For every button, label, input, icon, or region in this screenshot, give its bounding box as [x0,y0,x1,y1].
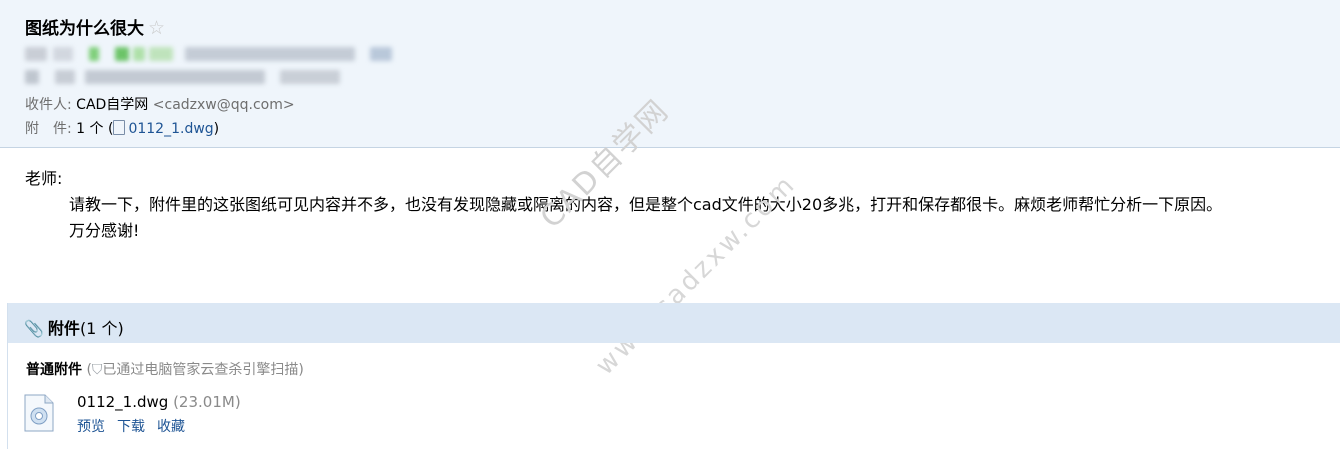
body-line-2: 万分感谢! [69,221,140,240]
attachment-link[interactable]: 0112_1.dwg [128,121,213,137]
body-line-1: 请教一下，附件里的这张图纸可见内容并不多，也没有发现隐藏或隔离的内容，但是整个c… [69,195,1223,214]
attachments-count: (1 个) [79,319,124,338]
preview-link[interactable]: 预览 [77,419,105,435]
attachment-file: 0112_1.dwg (23.01M) [77,393,241,411]
subject-text: 图纸为什么很大 [25,19,144,39]
attachment-count: 1 个 ( [76,121,114,137]
star-icon[interactable]: ☆ [148,17,165,39]
shield-icon: ⛉ [91,362,103,378]
attachment-actions: 预览 下载 收藏 [77,416,197,436]
attachments-section: 普通附件 (⛉已通过电脑管家云查杀引擎扫描) [26,359,304,379]
attachment-close: ) [213,121,220,137]
mail-body: 老师: 请教一下，附件里的这张图纸可见内容并不多，也没有发现隐藏或隔离的内容，但… [25,166,1222,244]
attachments-title: 📎 附件(1 个) [24,315,124,339]
attachment-file-size: (23.01M) [173,393,241,411]
recipient-address: <cadzxw@qq.com> [152,97,295,113]
mail-subject: 图纸为什么很大 ☆ [25,14,165,39]
dwg-file-icon[interactable] [24,394,54,432]
download-link[interactable]: 下载 [117,419,145,435]
mail-header: 图纸为什么很大 ☆ 收件人: CAD自学网 <cadzxw@qq.com> 附 件… [0,0,1340,148]
paperclip-icon: 📎 [24,319,44,338]
recipient-label: 收件人: [25,97,72,113]
attachment-row: 附 件: 1 个 ( 0112_1.dwg) [25,118,219,138]
scan-text: 已通过电脑管家云查杀引擎扫描) [102,362,304,378]
recipient-name[interactable]: CAD自学网 [76,97,148,113]
attachments-bar: 📎 附件(1 个) [8,303,1340,343]
attachments-title-text: 附件 [47,319,80,338]
section-label: 普通附件 [26,362,82,378]
recipient-row: 收件人: CAD自学网 <cadzxw@qq.com> [25,94,295,114]
file-icon [113,120,126,135]
attachment-label: 附 件: [25,121,72,137]
favorite-link[interactable]: 收藏 [157,419,185,435]
scan-open: ( [82,362,92,378]
attachments-panel: 📎 附件(1 个) 普通附件 (⛉已通过电脑管家云查杀引擎扫描) [7,303,1340,449]
attachment-file-name[interactable]: 0112_1.dwg [77,393,168,411]
